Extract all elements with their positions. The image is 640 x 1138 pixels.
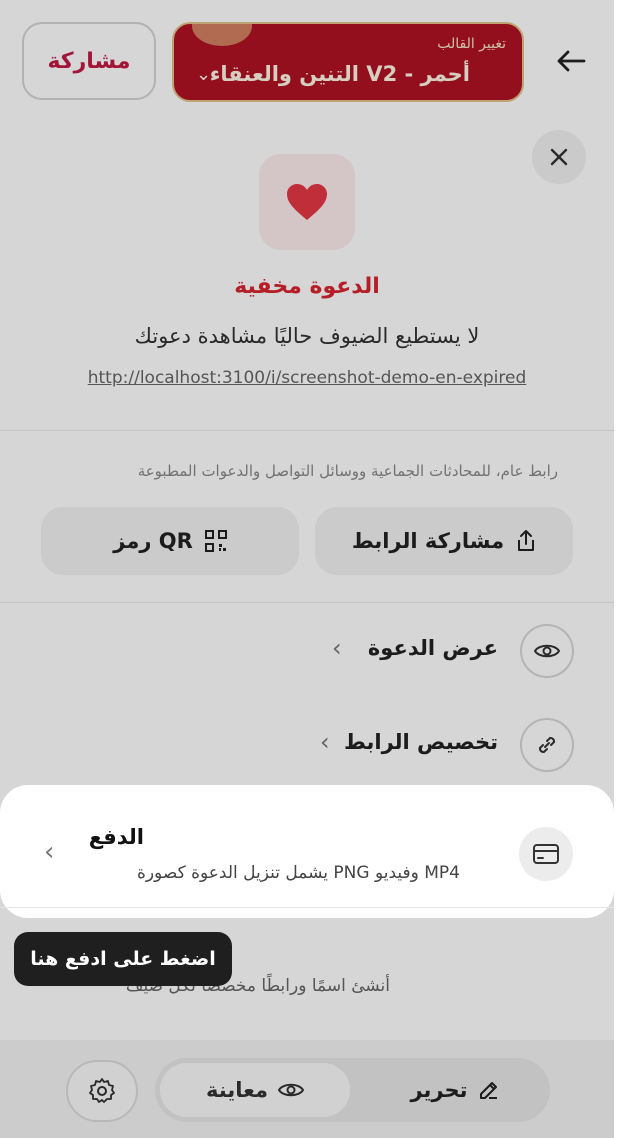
divider — [0, 430, 614, 431]
template-selector[interactable]: تغيير القالب التنين والعنقاء V2 - أحمر ⌄ — [172, 22, 524, 102]
qr-code-icon — [204, 530, 227, 552]
share-upload-icon — [518, 530, 535, 551]
back-button[interactable] — [548, 40, 594, 82]
payment-icon-circle — [519, 827, 573, 881]
edit-button[interactable]: تحرير — [370, 1063, 540, 1117]
menu-row-label: تخصيص الرابط — [344, 730, 498, 754]
chevron-left-icon: ‹ — [320, 728, 330, 756]
edit-icon — [479, 1082, 497, 1099]
top-bar: مشاركة تغيير القالب التنين والعنقاء V2 -… — [0, 0, 614, 110]
edit-label: تحرير — [410, 1078, 468, 1102]
share-link-button[interactable]: مشاركة الرابط — [315, 507, 573, 575]
settings-button[interactable] — [66, 1060, 138, 1122]
payment-row[interactable]: الدفع يشمل تنزيل الدعوة كصورة PNG وفيديو… — [0, 785, 614, 918]
preview-label: معاينة — [206, 1078, 268, 1102]
chevron-down-icon: ⌄ — [196, 64, 212, 85]
credit-card-icon — [533, 844, 559, 864]
tooltip-text: اضغط على ادفع هنا — [30, 948, 216, 970]
link-icon — [538, 736, 556, 754]
share-button[interactable]: مشاركة — [22, 22, 156, 100]
status-title: الدعوة مخفية — [234, 274, 380, 299]
pay-here-tooltip: اضغط على ادفع هنا — [14, 932, 232, 986]
chevron-left-icon: ‹ — [332, 634, 342, 662]
close-button[interactable] — [532, 130, 586, 184]
share-link-label: مشاركة الرابط — [351, 529, 505, 553]
status-description: لا يستطيع الضيوف حاليًا مشاهدة دعوتك — [134, 324, 480, 348]
row-icon — [520, 624, 574, 678]
qr-code-button[interactable]: رمز QR — [41, 507, 299, 575]
chevron-left-icon: ‹ — [44, 837, 55, 867]
page-edge — [614, 0, 640, 1138]
share-button-label: مشاركة — [47, 48, 131, 74]
divider — [0, 907, 614, 908]
close-icon — [550, 148, 568, 166]
bottom-toolbar: معاينة تحرير — [0, 1040, 614, 1138]
heart-icon — [287, 184, 327, 220]
eye-icon — [277, 1083, 304, 1097]
template-change-label: تغيير القالب — [437, 36, 506, 52]
divider — [0, 602, 614, 603]
qr-label: رمز QR — [113, 529, 193, 553]
arrow-left-icon — [557, 50, 586, 72]
menu-row-customize-link[interactable]: تخصيص الرابط ‹ — [0, 704, 614, 788]
row-icon — [520, 718, 574, 772]
template-ornament — [192, 24, 252, 46]
invite-url-link[interactable]: http://localhost:3100/i/screenshot-demo-… — [0, 368, 614, 388]
gear-icon — [89, 1078, 115, 1103]
payment-description: يشمل تنزيل الدعوة كصورة PNG وفيديو MP4 — [136, 863, 460, 883]
menu-row-view-invitation[interactable]: عرض الدعوة ‹ — [0, 610, 614, 694]
status-icon-box — [259, 154, 355, 250]
payment-title: الدفع — [88, 825, 144, 849]
menu-row-label: عرض الدعوة — [367, 636, 498, 660]
preview-button[interactable]: معاينة — [160, 1063, 350, 1117]
template-name: التنين والعنقاء V2 - أحمر — [209, 62, 470, 86]
share-hint: رابط عام، للمحادثات الجماعية ووسائل التو… — [137, 462, 558, 480]
eye-icon — [534, 644, 560, 658]
